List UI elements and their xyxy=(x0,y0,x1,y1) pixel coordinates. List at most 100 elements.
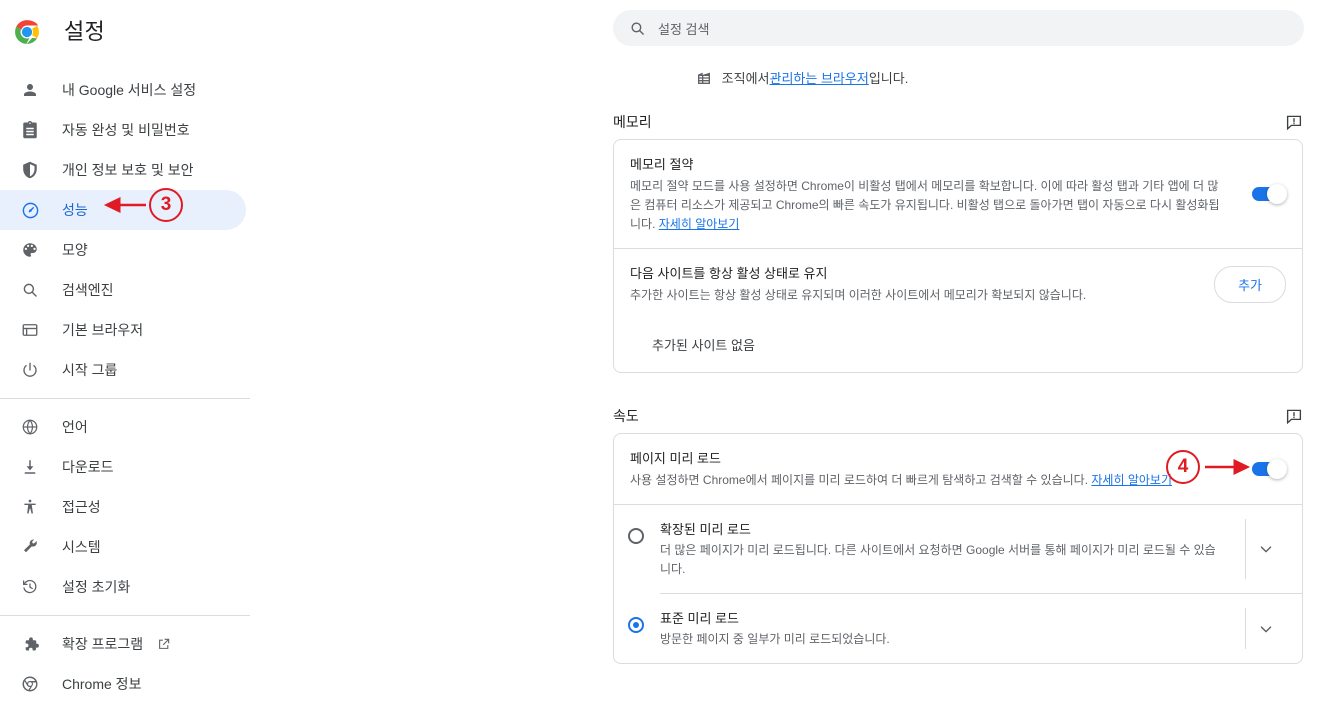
sidebar-item-label: 접근성 xyxy=(62,499,101,515)
managed-browser-link[interactable]: 관리하는 브라우저 xyxy=(770,68,869,87)
sidebar-item-label: 내 Google 서비스 설정 xyxy=(62,82,197,98)
managed-suffix: 입니다. xyxy=(868,71,909,86)
sidebar-item-on-startup[interactable]: 시작 그룹 xyxy=(0,350,246,390)
radio-standard-preload[interactable] xyxy=(628,617,644,633)
sidebar-item-label: 시작 그룹 xyxy=(62,362,118,378)
preload-desc-text: 사용 설정하면 Chrome에서 페이지를 미리 로드하여 더 빠르게 탐색하고… xyxy=(630,473,1092,487)
preload-toggle[interactable] xyxy=(1252,459,1287,479)
preload-toggle-wrap xyxy=(1240,459,1287,479)
chrome-logo-icon xyxy=(14,19,40,45)
preload-title: 페이지 미리 로드 xyxy=(630,451,721,466)
browser-window-icon xyxy=(20,320,40,340)
brand-row: 설정 xyxy=(0,8,280,56)
sidebar-item-label: 검색엔진 xyxy=(62,282,114,298)
sidebar-item-label: 다운로드 xyxy=(62,459,114,475)
section-title: 메모리 xyxy=(613,114,652,130)
search-input[interactable]: 설정 검색 xyxy=(613,10,1304,46)
managed-prefix: 조직에서 xyxy=(721,71,770,86)
preload-row: 페이지 미리 로드 사용 설정하면 Chrome에서 페이지를 미리 로드하여 … xyxy=(614,434,1302,504)
sidebar-item-privacy[interactable]: 개인 정보 보호 및 보안 xyxy=(0,150,246,190)
feedback-exclamation-icon[interactable] xyxy=(1285,407,1303,425)
sidebar-item-autofill[interactable]: 자동 완성 및 비밀번호 xyxy=(0,110,246,150)
sidebar-item-extensions[interactable]: 확장 프로그램 xyxy=(0,624,246,664)
preload-text: 페이지 미리 로드 사용 설정하면 Chrome에서 페이지를 미리 로드하여 … xyxy=(630,448,1240,490)
sidebar-item-about-chrome[interactable]: Chrome 정보 xyxy=(0,664,246,701)
sidebar-item-languages[interactable]: 언어 xyxy=(0,407,246,447)
standard-preload-text: 표준 미리 로드 방문한 페이지 중 일부가 미리 로드되었습니다. xyxy=(660,608,1241,649)
globe-icon xyxy=(20,417,40,437)
extended-preload-text: 확장된 미리 로드 더 많은 페이지가 미리 로드됩니다. 다른 사이트에서 요… xyxy=(660,519,1241,579)
managed-browser-notice: 조직에서 관리하는 브라우저 입니다. xyxy=(280,68,1324,87)
speed-section-header: 속도 xyxy=(613,399,1303,433)
palette-icon xyxy=(20,240,40,260)
search-placeholder: 설정 검색 xyxy=(658,21,710,37)
memory-saver-learn-more-link[interactable]: 자세히 알아보기 xyxy=(659,217,740,231)
chevron-down-icon[interactable] xyxy=(1246,620,1286,638)
puzzle-icon xyxy=(20,634,40,654)
sidebar-item-appearance[interactable]: 모양 xyxy=(0,230,246,270)
power-icon xyxy=(20,360,40,380)
preload-option-standard[interactable]: 표준 미리 로드 방문한 페이지 중 일부가 미리 로드되었습니다. xyxy=(614,594,1302,663)
sidebar-item-google-services[interactable]: 내 Google 서비스 설정 xyxy=(0,70,246,110)
sidebar-item-reset-settings[interactable]: 설정 초기화 xyxy=(0,567,246,607)
search-icon xyxy=(629,20,646,37)
memory-saver-row: 메모리 절약 메모리 절약 모드를 사용 설정하면 Chrome이 비활성 탭에… xyxy=(614,140,1302,248)
standard-preload-desc: 방문한 페이지 중 일부가 미리 로드되었습니다. xyxy=(660,632,890,646)
sidebar-item-label: 성능 xyxy=(62,202,88,218)
accessibility-icon xyxy=(20,497,40,517)
search-area: 설정 검색 xyxy=(280,0,1324,46)
sidebar-item-default-browser[interactable]: 기본 브라우저 xyxy=(0,310,246,350)
toggle-knob xyxy=(1267,184,1287,204)
sidebar-item-performance[interactable]: 성능 xyxy=(0,190,246,230)
memory-saver-title: 메모리 절약 xyxy=(630,157,694,172)
sidebar-item-label: Chrome 정보 xyxy=(62,676,142,692)
sidebar-item-label: 확장 프로그램 xyxy=(62,636,144,652)
memory-saver-desc: 메모리 절약 모드를 사용 설정하면 Chrome이 비활성 탭에서 메모리를 … xyxy=(630,177,1222,234)
sidebar-item-downloads[interactable]: 다운로드 xyxy=(0,447,246,487)
feedback-exclamation-icon[interactable] xyxy=(1285,113,1303,131)
toggle-knob xyxy=(1267,459,1287,479)
memory-saver-text: 메모리 절약 메모리 절약 모드를 사용 설정하면 Chrome이 비활성 탭에… xyxy=(630,154,1240,234)
radio-extended-preload[interactable] xyxy=(628,528,644,544)
organization-building-icon xyxy=(696,70,712,86)
no-sites-added-note: 추가된 사이트 없음 xyxy=(652,338,755,353)
sidebar-item-accessibility[interactable]: 접근성 xyxy=(0,487,246,527)
sidebar-item-label: 설정 초기화 xyxy=(62,579,131,595)
settings-column: 메모리 메모리 절약 메모리 절약 모드를 사용 설정하면 Chrome이 비활… xyxy=(613,105,1303,664)
sidebar-divider-1 xyxy=(0,398,250,399)
memory-card: 메모리 절약 메모리 절약 모드를 사용 설정하면 Chrome이 비활성 탭에… xyxy=(613,139,1303,373)
preload-learn-more-link[interactable]: 자세히 알아보기 xyxy=(1091,473,1172,487)
add-site-button[interactable]: 추가 xyxy=(1214,265,1286,303)
clipboard-icon xyxy=(20,120,40,140)
preload-option-extended[interactable]: 확장된 미리 로드 더 많은 페이지가 미리 로드됩니다. 다른 사이트에서 요… xyxy=(614,505,1302,593)
download-icon xyxy=(20,457,40,477)
open-in-new-icon[interactable] xyxy=(157,637,171,651)
sidebar-item-search-engine[interactable]: 검색엔진 xyxy=(0,270,246,310)
memory-saver-toggle[interactable] xyxy=(1252,184,1287,204)
sidebar-item-label: 기본 브라우저 xyxy=(62,322,144,338)
settings-page: 설정 내 Google 서비스 설정 자동 완성 및 비밀번호 개인 정보 보호… xyxy=(0,0,1324,701)
sidebar-item-system[interactable]: 시스템 xyxy=(0,527,246,567)
shield-icon xyxy=(20,160,40,180)
always-active-sites-row: 다음 사이트를 항상 활성 상태로 유지 추가한 사이트는 항상 활성 상태로 … xyxy=(614,249,1302,319)
sidebar-item-label: 시스템 xyxy=(62,539,101,555)
wrench-icon xyxy=(20,537,40,557)
person-icon xyxy=(20,80,40,100)
standard-preload-title: 표준 미리 로드 xyxy=(660,611,739,626)
sidebar-item-label: 자동 완성 및 비밀번호 xyxy=(62,122,190,138)
chrome-outline-icon xyxy=(20,674,40,694)
sidebar: 설정 내 Google 서비스 설정 자동 완성 및 비밀번호 개인 정보 보호… xyxy=(0,0,280,701)
search-icon xyxy=(20,280,40,300)
chevron-down-icon[interactable] xyxy=(1246,540,1286,558)
sidebar-item-label: 개인 정보 보호 및 보안 xyxy=(62,162,194,178)
memory-section-header: 메모리 xyxy=(613,105,1303,139)
main-content: 설정 검색 조직에서 관리하는 브라우저 입니다. 메모리 메모리 절약 메모리… xyxy=(280,0,1324,701)
extended-preload-desc: 더 많은 페이지가 미리 로드됩니다. 다른 사이트에서 요청하면 Google… xyxy=(660,543,1216,576)
extended-preload-title: 확장된 미리 로드 xyxy=(660,522,751,537)
speed-card: 페이지 미리 로드 사용 설정하면 Chrome에서 페이지를 미리 로드하여 … xyxy=(613,433,1303,664)
page-title: 설정 xyxy=(64,19,105,44)
always-active-sites-text: 다음 사이트를 항상 활성 상태로 유지 추가한 사이트는 항상 활성 상태로 … xyxy=(630,263,1214,305)
always-active-sites-desc: 추가한 사이트는 항상 활성 상태로 유지되며 이러한 사이트에서 메모리가 확… xyxy=(630,288,1087,302)
speedometer-icon xyxy=(20,200,40,220)
sidebar-item-label: 모양 xyxy=(62,242,88,258)
